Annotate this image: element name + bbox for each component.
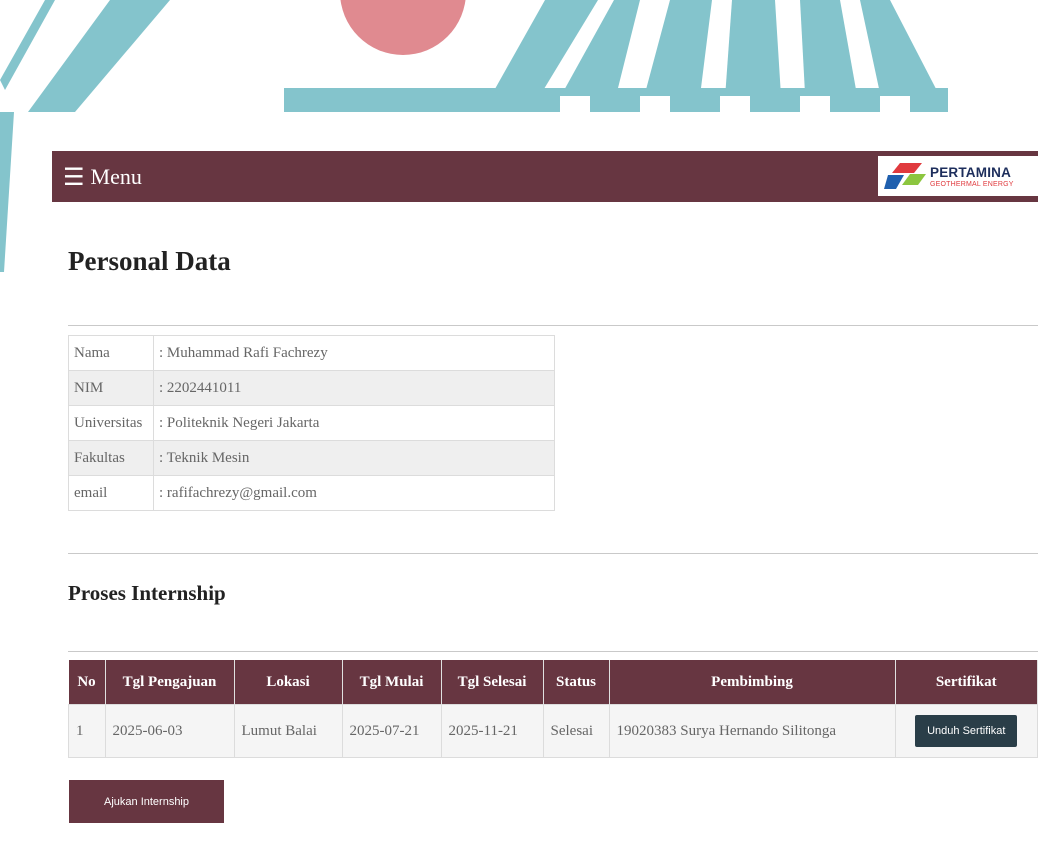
column-header-tgl-selesai: Tgl Selesai [441,660,544,705]
divider [68,553,1038,554]
field-value: : Muhammad Rafi Fachrezy [153,335,555,371]
field-label: Universitas [68,405,154,441]
cell-status: Selesai [542,704,610,758]
field-label: Fakultas [68,440,154,476]
logo-brand-name: PERTAMINA [930,164,1012,180]
column-header-tgl-pengajuan: Tgl Pengajuan [105,660,235,705]
divider [68,651,1038,652]
field-label: Nama [68,335,154,371]
download-certificate-button[interactable]: Unduh Sertifikat [915,715,1018,747]
cell-no: 1 [68,704,106,758]
field-value: : rafifachrezy@gmail.com [153,475,555,511]
apply-internship-button[interactable]: Ajukan Internship [69,780,224,823]
page-title: Personal Data [68,246,231,276]
field-label: email [68,475,154,511]
table-row: Nama : Muhammad Rafi Fachrezy [68,335,555,371]
column-header-tgl-mulai: Tgl Mulai [342,660,442,705]
table-row: 1 2025-06-03 Lumut Balai 2025-07-21 2025… [68,704,1038,758]
field-value: : Teknik Mesin [153,440,555,476]
field-value: : Politeknik Negeri Jakarta [153,405,555,441]
section-title-internship: Proses Internship [68,581,226,605]
personal-data-table: Nama : Muhammad Rafi Fachrezy NIM : 2202… [68,335,555,511]
column-header-pembimbing: Pembimbing [609,660,896,705]
logo-brand-subtitle: GEOTHERMAL ENERGY [930,180,1014,188]
top-navbar: ☰ Menu PERTAMINA GEOTHERMAL ENERGY [52,151,1038,202]
table-row: Fakultas : Teknik Mesin [68,440,555,476]
pertamina-logo-icon [884,163,926,189]
column-header-status: Status [543,660,610,705]
column-header-lokasi: Lokasi [234,660,343,705]
column-header-sertifikat: Sertifikat [895,660,1038,705]
column-header-no: No [68,660,106,705]
table-row: NIM : 2202441011 [68,370,555,406]
field-label: NIM [68,370,154,406]
menu-label: Menu [90,163,142,189]
cell-tgl-pengajuan: 2025-06-03 [104,704,235,758]
cell-tgl-mulai: 2025-07-21 [341,704,442,758]
left-edge-graphic [0,112,14,272]
banner-pattern [0,0,948,112]
hamburger-icon[interactable]: ☰ [63,165,85,189]
header-banner-graphic [0,0,1038,118]
cell-tgl-selesai: 2025-11-21 [440,704,544,758]
table-row: email : rafifachrezy@gmail.com [68,475,555,511]
field-value: : 2202441011 [153,370,555,406]
cell-lokasi: Lumut Balai [233,704,343,758]
table-row: Universitas : Politeknik Negeri Jakarta [68,405,555,441]
table-header-row: No Tgl Pengajuan Lokasi Tgl Mulai Tgl Se… [68,660,1038,705]
menu-toggle-button[interactable]: ☰ Menu [63,164,142,190]
cell-pembimbing: 19020383 Surya Hernando Silitonga [608,704,896,758]
cell-sertifikat: Unduh Sertifikat [894,704,1038,758]
divider [68,325,1038,326]
internship-table: No Tgl Pengajuan Lokasi Tgl Mulai Tgl Se… [68,660,1038,758]
pertamina-logo: PERTAMINA GEOTHERMAL ENERGY [878,156,1038,196]
